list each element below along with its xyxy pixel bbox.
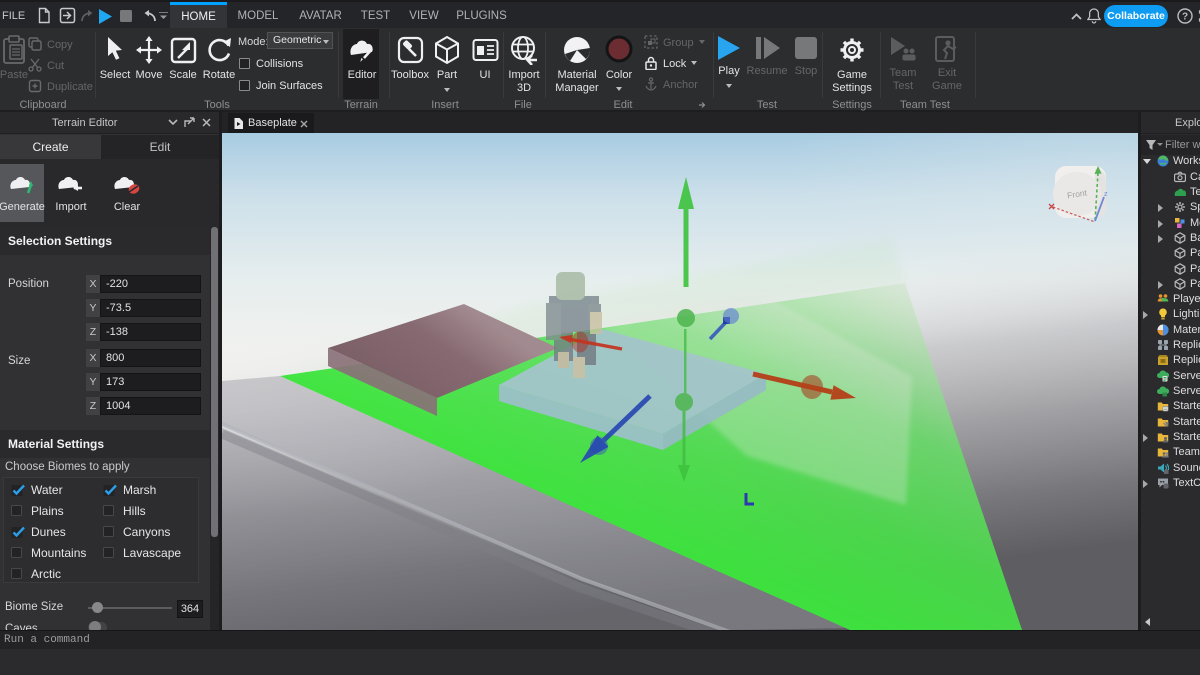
svg-text:?: ?: [1182, 12, 1188, 23]
svg-text:z: z: [1104, 191, 1108, 198]
